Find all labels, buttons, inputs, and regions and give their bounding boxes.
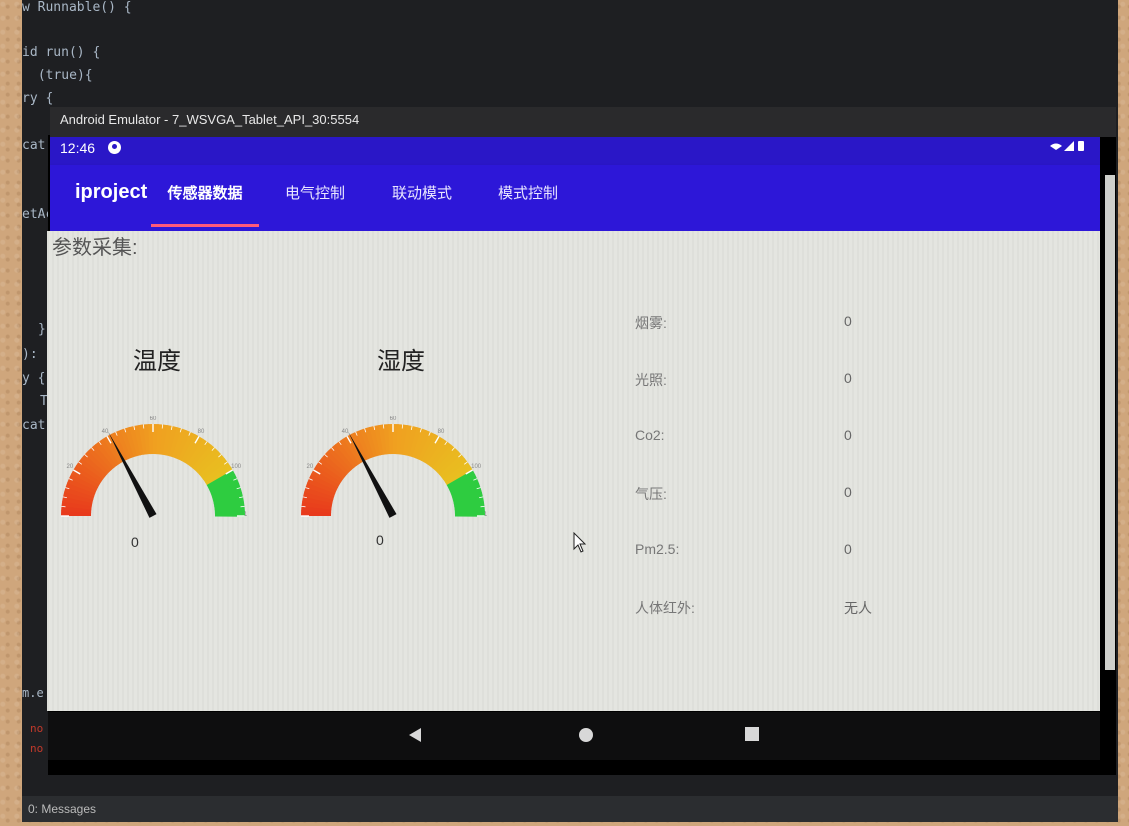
code-line: } [38,322,46,337]
emulator-title[interactable]: Android Emulator - 7_WSVGA_Tablet_API_30… [50,107,1116,137]
android-nav-bar [48,712,1100,760]
sensor-value-co2: 0 [844,427,852,443]
gauge-tick-label: 120 [484,512,487,518]
gauge-tick-label: 20 [67,464,74,470]
sensor-value-smoke: 0 [844,313,852,329]
mouse-cursor-icon [573,532,587,553]
sensor-label-smoke: 烟雾: [635,315,667,331]
app-title: iproject [75,181,148,203]
gauge-tick-label: 100 [471,464,482,470]
sensor-label-light: 光照: [635,372,667,388]
android-status-bar: 12:46 [50,137,1100,165]
code-line: id run() { [22,45,101,60]
gauge-value-temperature: 0 [131,534,139,550]
gauge-tick-label: 60 [150,416,157,422]
home-icon[interactable] [577,726,595,744]
emulator-side-panel [1105,175,1115,670]
temperature-gauge: 020406080100120 [59,416,247,518]
gauge-tick-label: 80 [198,429,205,435]
sensor-content: 参数采集: 温度 0 20 40 60 80 100 120 0 湿度 0 20 40 60 80 1… [47,231,1100,711]
code-line: cat [22,138,46,153]
status-time: 12:46 [60,140,96,156]
sensor-label-pressure: 气压: [635,486,667,502]
notification-icon [108,141,121,154]
gauge-tick-label: 100 [231,464,242,470]
sensor-label-co2: Co2: [635,427,665,443]
sensor-value-pm25: 0 [844,541,852,557]
sensor-value-pressure: 0 [844,484,852,500]
recents-icon[interactable] [743,725,761,743]
app-toolbar: iproject 传感器数据 电气控制 联动模式 模式控制 [50,165,1100,231]
gauge-tick-label: 60 [390,416,397,422]
humidity-gauge: 020406080100120 [299,416,487,518]
gauge-value-humidity: 0 [376,532,384,548]
gauge-tick-label: 40 [102,429,109,435]
gauge-tick-label: 120 [244,512,247,518]
console-line: no [30,722,44,735]
console-line: m.e [22,686,44,700]
wifi-signal-battery-icon [1050,141,1084,151]
gauge-tick-label: 40 [342,429,349,435]
back-icon[interactable] [406,726,424,744]
tab-linkage-mode[interactable]: 联动模式 [372,165,472,227]
code-line: w Runnable() { [22,0,132,15]
sensor-label-pm25: Pm2.5: [635,541,680,557]
messages-tab[interactable]: 0: Messages [22,796,1118,822]
tab-mode-control[interactable]: 模式控制 [478,165,578,227]
console-line: no [30,742,44,755]
gauge-title-humidity: 湿度 [377,348,425,375]
gauge-tick-label: 80 [438,429,445,435]
sensor-label-infrared: 人体红外: [635,600,695,616]
tab-electrical-control[interactable]: 电气控制 [262,165,368,227]
code-line: ry { [22,91,54,106]
system-status-icons [1048,140,1092,155]
code-line: cat [22,418,46,433]
tab-sensor-data[interactable]: 传感器数据 [151,165,259,227]
sensor-value-light: 0 [844,370,852,386]
gauge-tick-label: 20 [307,464,314,470]
sensor-value-infrared: 无人 [844,600,872,616]
code-line: y { [22,371,46,386]
code-line: ): [22,347,38,362]
gauge-title-temperature: 温度 [133,348,181,375]
section-title: 参数采集: [52,237,138,259]
code-line: (true){ [30,68,93,83]
